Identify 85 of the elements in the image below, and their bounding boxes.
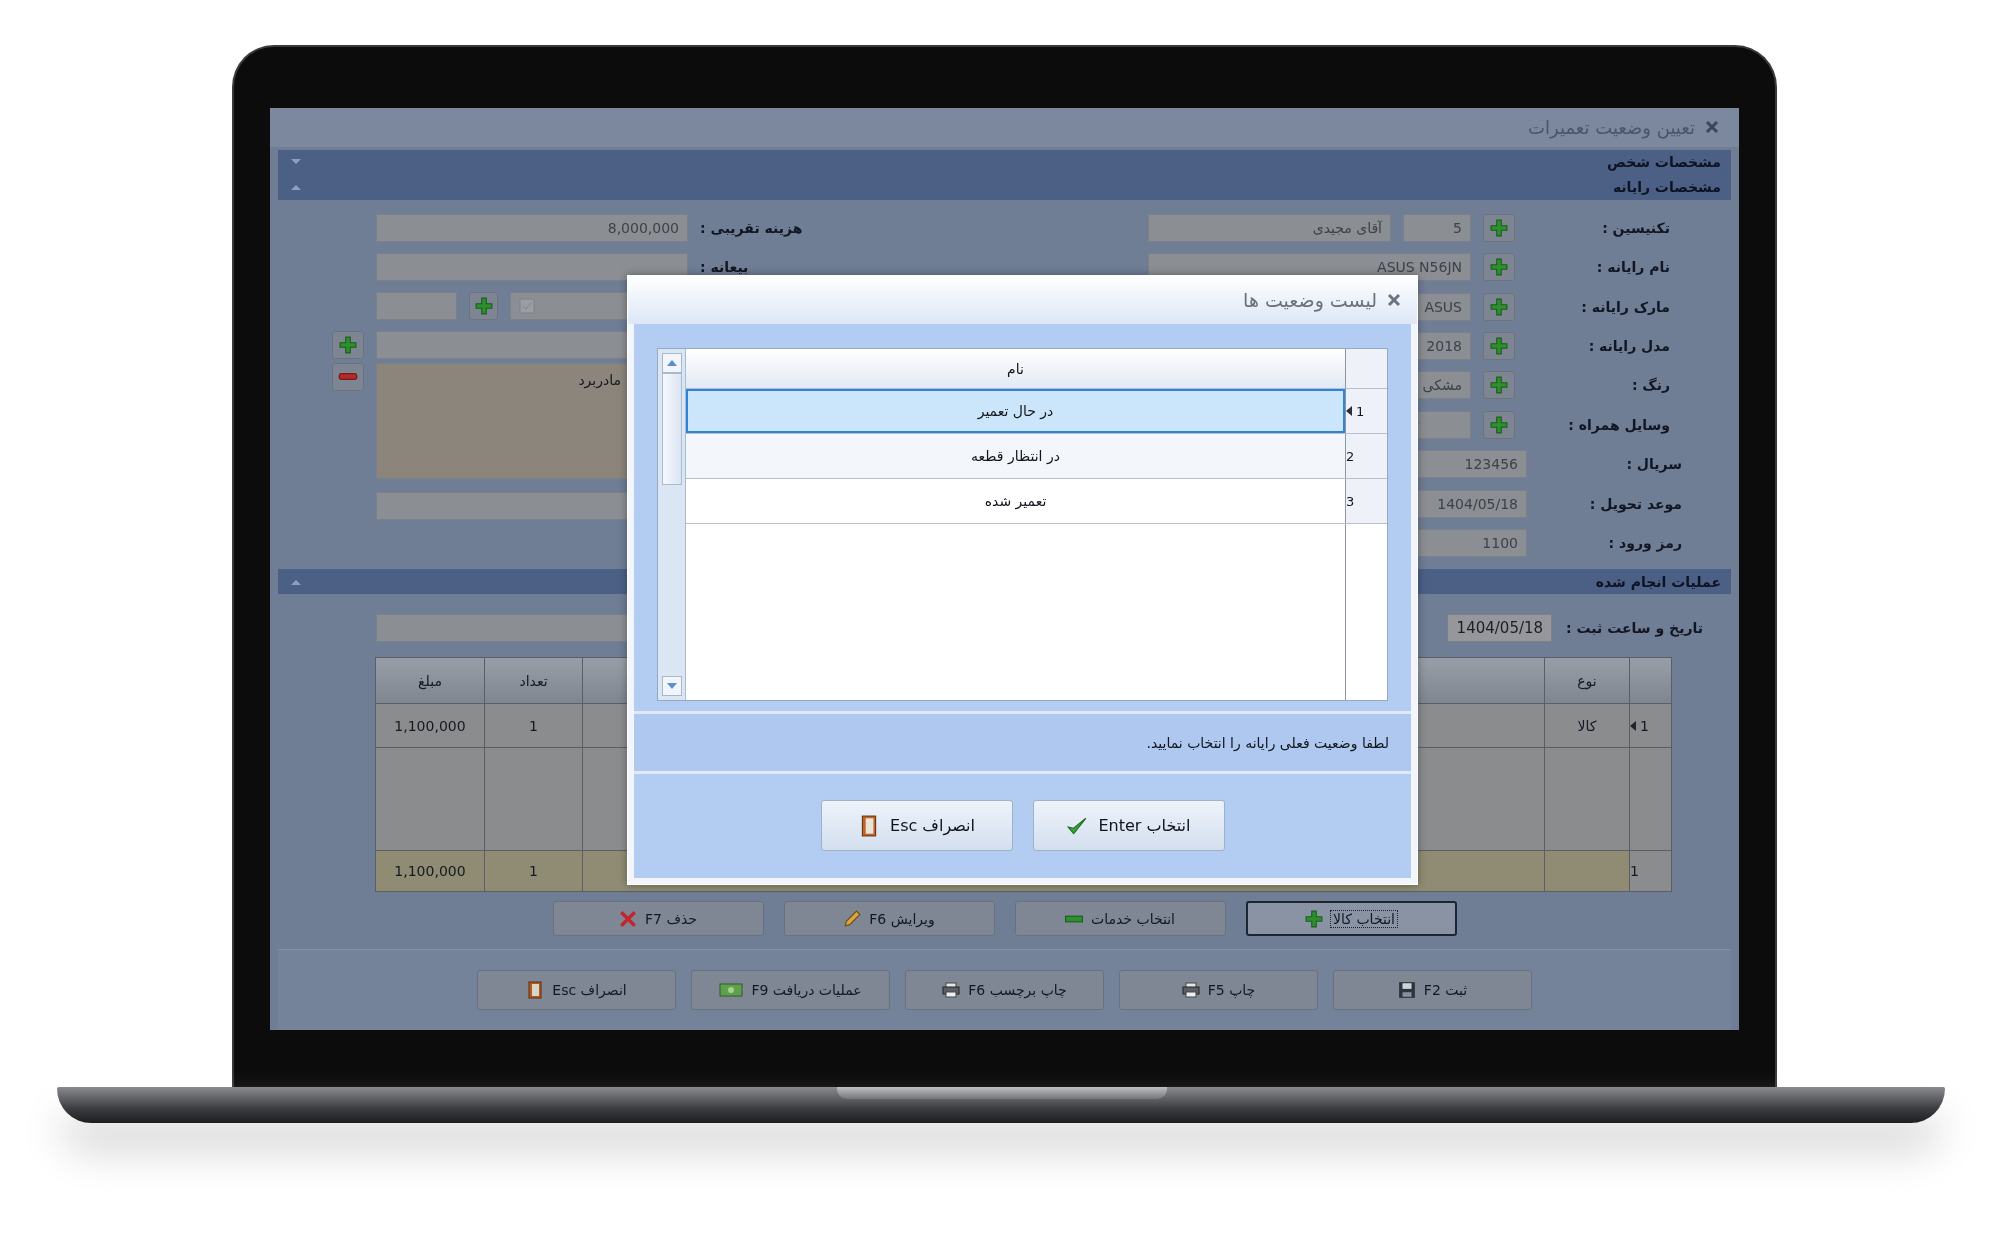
add-button[interactable] bbox=[469, 291, 498, 320]
table-cell-text: در انتظار قطعه bbox=[970, 447, 1061, 466]
add-button[interactable] bbox=[1483, 292, 1515, 321]
action-button[interactable]: انتخاب خدمات bbox=[1014, 901, 1226, 937]
column-header bbox=[1345, 349, 1387, 389]
action-button[interactable]: عملیات دریافت F9 bbox=[691, 970, 890, 1011]
field-label: رنگ : bbox=[1630, 377, 1670, 394]
dialog-button[interactable]: انصراف Esc bbox=[820, 800, 1013, 851]
action-button[interactable]: چاپ F5 bbox=[1119, 970, 1318, 1011]
plus-icon bbox=[474, 296, 493, 315]
field-label: سریال : bbox=[1625, 456, 1682, 473]
row-pointer-icon bbox=[1346, 406, 1352, 416]
total-cell: 1,100,000 bbox=[376, 851, 484, 892]
field-label: نام رایانه : bbox=[1595, 259, 1670, 276]
door-icon bbox=[526, 981, 545, 1000]
plus-icon bbox=[1490, 218, 1508, 237]
field-label: هزینه تقریبی : bbox=[700, 219, 803, 236]
row-header[interactable]: 1 bbox=[1630, 704, 1671, 748]
table-cell: کالا bbox=[1545, 704, 1629, 748]
plus-icon bbox=[1490, 297, 1508, 316]
pencil-icon bbox=[843, 909, 862, 928]
plus-icon bbox=[1490, 376, 1508, 395]
add-button[interactable] bbox=[1483, 213, 1515, 242]
plus-icon bbox=[1305, 909, 1324, 928]
plus-icon bbox=[339, 335, 357, 354]
banknote-icon bbox=[719, 983, 744, 998]
field-label: تاریخ و ساعت ثبت : bbox=[1566, 620, 1703, 637]
table-cell: در حال تعمیر bbox=[686, 389, 1345, 433]
action-button[interactable]: انتخاب کالا bbox=[1245, 901, 1457, 937]
scroll-thumb[interactable] bbox=[661, 373, 682, 485]
row-header: 1 bbox=[1345, 389, 1387, 433]
minus-icon bbox=[338, 373, 358, 381]
dialog-button[interactable]: انتخاب Enter bbox=[1032, 800, 1225, 851]
row-header: 3 bbox=[1345, 479, 1387, 523]
field-label: رمز ورود : bbox=[1607, 535, 1682, 552]
section-header[interactable]: مشخصات شخص bbox=[278, 149, 1731, 175]
field-label: مدل رایانه : bbox=[1587, 338, 1670, 355]
close-icon[interactable] bbox=[1387, 293, 1401, 307]
action-button[interactable]: چاپ برچسب F6 bbox=[905, 970, 1104, 1011]
action-button[interactable]: ثبت F2 bbox=[1333, 970, 1532, 1011]
add-button[interactable] bbox=[1483, 410, 1515, 439]
total-cell: 1 bbox=[485, 851, 582, 892]
column-header: مبلغ bbox=[376, 658, 484, 704]
remove-button[interactable] bbox=[332, 362, 364, 391]
table-cell: 1 bbox=[485, 704, 582, 748]
add-button[interactable] bbox=[1483, 371, 1515, 400]
text-field[interactable]: آقای مجیدی bbox=[1148, 213, 1391, 242]
dialog-title: لیست وضعیت ها bbox=[1243, 289, 1377, 311]
scroll-up-icon[interactable] bbox=[661, 353, 682, 373]
scroll-down-icon[interactable] bbox=[661, 676, 682, 696]
close-icon[interactable] bbox=[1705, 120, 1719, 135]
text-field[interactable]: 8,000,000 bbox=[376, 213, 688, 242]
column-header: تعداد bbox=[485, 658, 582, 704]
add-button[interactable] bbox=[1483, 332, 1515, 361]
row-header: 2 bbox=[1345, 434, 1387, 478]
field-label: مارک رایانه : bbox=[1580, 298, 1670, 315]
row-header: 1 bbox=[1630, 851, 1671, 892]
field-label: موعد تحویل : bbox=[1588, 495, 1682, 512]
add-button[interactable] bbox=[332, 330, 364, 359]
column-header bbox=[1630, 658, 1671, 704]
add-button[interactable] bbox=[1483, 253, 1515, 282]
field-label: تکنیسین : bbox=[1601, 219, 1670, 236]
section-header[interactable]: مشخصات رایانه bbox=[278, 174, 1731, 200]
printer-icon bbox=[1181, 981, 1200, 1000]
text-field[interactable] bbox=[376, 291, 457, 320]
checkbox-icon bbox=[519, 297, 535, 314]
plus-icon bbox=[1490, 258, 1508, 277]
printer-icon bbox=[942, 981, 961, 1000]
delete-icon bbox=[619, 909, 638, 928]
table-cell: 1,100,000 bbox=[376, 704, 484, 748]
code-field[interactable]: 5 bbox=[1403, 213, 1471, 242]
text-field[interactable] bbox=[376, 252, 688, 281]
row-pointer-icon bbox=[1630, 720, 1636, 731]
action-button[interactable]: انصراف Esc bbox=[477, 970, 676, 1011]
action-button[interactable]: ویرایش F6 bbox=[783, 901, 995, 937]
action-button[interactable]: حذف F7 bbox=[552, 901, 764, 937]
instruction-text: لطفا وضعیت فعلی رایانه را انتخاب نمایید. bbox=[1146, 734, 1389, 751]
field-label: وسایل همراه : bbox=[1567, 416, 1670, 433]
date-field[interactable]: 1404/05/18 bbox=[1447, 614, 1553, 643]
plus-icon bbox=[1490, 415, 1508, 434]
field-label: بیعانه : bbox=[700, 258, 749, 275]
column-header: نوع bbox=[1545, 658, 1629, 704]
scrollbar[interactable] bbox=[658, 349, 686, 700]
table-cell-text: تعمیر شده bbox=[983, 492, 1048, 512]
plus-icon bbox=[1490, 337, 1508, 356]
